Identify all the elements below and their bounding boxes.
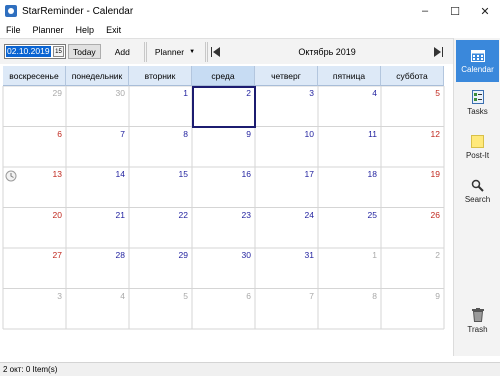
date-picker-value[interactable]: 02.10.2019: [6, 46, 51, 57]
day-cell-number[interactable]: 9: [231, 129, 251, 139]
maximize-button[interactable]: ☐: [440, 0, 470, 22]
weekday-header: понедельник: [66, 66, 129, 86]
day-cell-number[interactable]: 6: [231, 291, 251, 301]
day-cell-number[interactable]: 28: [105, 250, 125, 260]
day-cell-number[interactable]: 7: [294, 291, 314, 301]
calendar-dropdown-icon[interactable]: 15: [53, 46, 64, 57]
day-cell-number[interactable]: 17: [294, 169, 314, 179]
sidebar-item-label: Search: [464, 195, 491, 204]
weekday-header: четверг: [255, 66, 318, 86]
day-cell-number[interactable]: 14: [105, 169, 125, 179]
day-cell-number[interactable]: 1: [168, 88, 188, 98]
day-cell-number[interactable]: 23: [231, 210, 251, 220]
sidebar-item-calendar[interactable]: Calendar: [456, 40, 499, 82]
chevron-down-icon: ▼: [189, 48, 196, 55]
day-cell-number[interactable]: 18: [357, 169, 377, 179]
day-cell-number[interactable]: 25: [357, 210, 377, 220]
next-month-icon: [434, 46, 444, 57]
next-month-button[interactable]: [432, 46, 444, 58]
calendar-grid[interactable]: воскресенье понедельник вторник среда четвер…: [0, 64, 453, 356]
minimize-button[interactable]: –: [410, 0, 440, 22]
today-button[interactable]: Today: [68, 44, 101, 59]
day-cell-number[interactable]: 30: [231, 250, 251, 260]
clock-icon: [5, 170, 17, 182]
day-cell-number[interactable]: 7: [105, 129, 125, 139]
day-cell-number[interactable]: 27: [42, 250, 62, 260]
day-cell-number[interactable]: 3: [294, 88, 314, 98]
day-cell-number[interactable]: 19: [420, 169, 440, 179]
day-cell-number[interactable]: 31: [294, 250, 314, 260]
toolbar: 02.10.2019 15 Today Add Planner ▼ Октябр…: [0, 38, 453, 64]
weekday-header: воскресенье: [3, 66, 66, 86]
add-button[interactable]: Add: [111, 44, 134, 59]
planner-dropdown-label: Planner: [154, 46, 185, 57]
day-cell-number[interactable]: 8: [168, 129, 188, 139]
day-cell-number[interactable]: 15: [168, 169, 188, 179]
day-cell-number[interactable]: 1: [357, 250, 377, 260]
sidebar-item-tasks[interactable]: Tasks: [456, 82, 499, 124]
window-controls: – ☐ ✕: [410, 0, 500, 22]
prev-month-icon: [211, 46, 221, 57]
day-cell-number[interactable]: 24: [294, 210, 314, 220]
sidebar-item-label: Trash: [467, 325, 488, 334]
selected-day-highlight[interactable]: [192, 86, 256, 128]
day-cell-number[interactable]: 29: [42, 88, 62, 98]
sidebar: Calendar Tasks Post-It Search Trash: [453, 38, 500, 356]
day-cell-number[interactable]: 5: [168, 291, 188, 301]
close-button[interactable]: ✕: [470, 0, 500, 22]
day-cell-number[interactable]: 4: [105, 291, 125, 301]
weekday-header: вторник: [129, 66, 192, 86]
menu-exit[interactable]: Exit: [100, 25, 127, 35]
toolbar-separator: [143, 41, 147, 62]
weekday-header: суббота: [381, 66, 444, 86]
toolbar-separator-2: [205, 41, 209, 62]
window-title: StarReminder - Calendar: [22, 5, 134, 17]
day-cell-number[interactable]: 9: [420, 291, 440, 301]
search-icon: [470, 178, 486, 192]
day-cell-number[interactable]: 21: [105, 210, 125, 220]
prev-month-button[interactable]: [210, 46, 222, 58]
sidebar-item-trash[interactable]: Trash: [456, 300, 499, 342]
tasks-icon: [470, 90, 486, 104]
day-cell-number[interactable]: 13: [42, 169, 62, 179]
day-cell-number[interactable]: 20: [42, 210, 62, 220]
day-cell-number[interactable]: 30: [105, 88, 125, 98]
sidebar-item-post-it[interactable]: Post-It: [456, 126, 499, 168]
date-picker[interactable]: 02.10.2019 15: [4, 44, 66, 59]
weekday-header: пятница: [318, 66, 381, 86]
menu-file[interactable]: File: [0, 25, 27, 35]
weekday-header: среда: [192, 66, 255, 86]
sidebar-item-label: Calendar: [461, 65, 494, 74]
sidebar-item-label: Post-It: [465, 151, 490, 160]
day-cell-number[interactable]: 3: [42, 291, 62, 301]
month-title: Октябрь 2019: [298, 46, 356, 57]
title-bar: StarReminder - Calendar – ☐ ✕: [0, 0, 500, 22]
menu-help[interactable]: Help: [70, 25, 101, 35]
day-cell-number[interactable]: 22: [168, 210, 188, 220]
day-cell-number[interactable]: 10: [294, 129, 314, 139]
status-text: 2 окт: 0 Item(s): [3, 365, 58, 374]
post-it-icon: [470, 134, 486, 148]
day-cell-number[interactable]: 16: [231, 169, 251, 179]
day-cell-number[interactable]: 4: [357, 88, 377, 98]
day-cell-number[interactable]: 5: [420, 88, 440, 98]
sidebar-item-label: Tasks: [467, 107, 488, 116]
status-bar: 2 окт: 0 Item(s): [0, 362, 500, 376]
day-cell-number[interactable]: 11: [357, 129, 377, 139]
calendar-icon: [470, 48, 486, 62]
menu-bar: File Planner Help Exit: [0, 22, 500, 38]
day-cell-number[interactable]: 2: [420, 250, 440, 260]
day-cell-number[interactable]: 26: [420, 210, 440, 220]
sidebar-item-search[interactable]: Search: [456, 170, 499, 212]
trash-icon: [470, 308, 486, 322]
day-cell-number[interactable]: 8: [357, 291, 377, 301]
planner-dropdown[interactable]: Planner ▼: [151, 44, 199, 59]
day-cell-number[interactable]: 12: [420, 129, 440, 139]
menu-planner[interactable]: Planner: [27, 25, 70, 35]
day-cell-number[interactable]: 6: [42, 129, 62, 139]
app-icon: [5, 5, 17, 17]
day-cell-number[interactable]: 29: [168, 250, 188, 260]
